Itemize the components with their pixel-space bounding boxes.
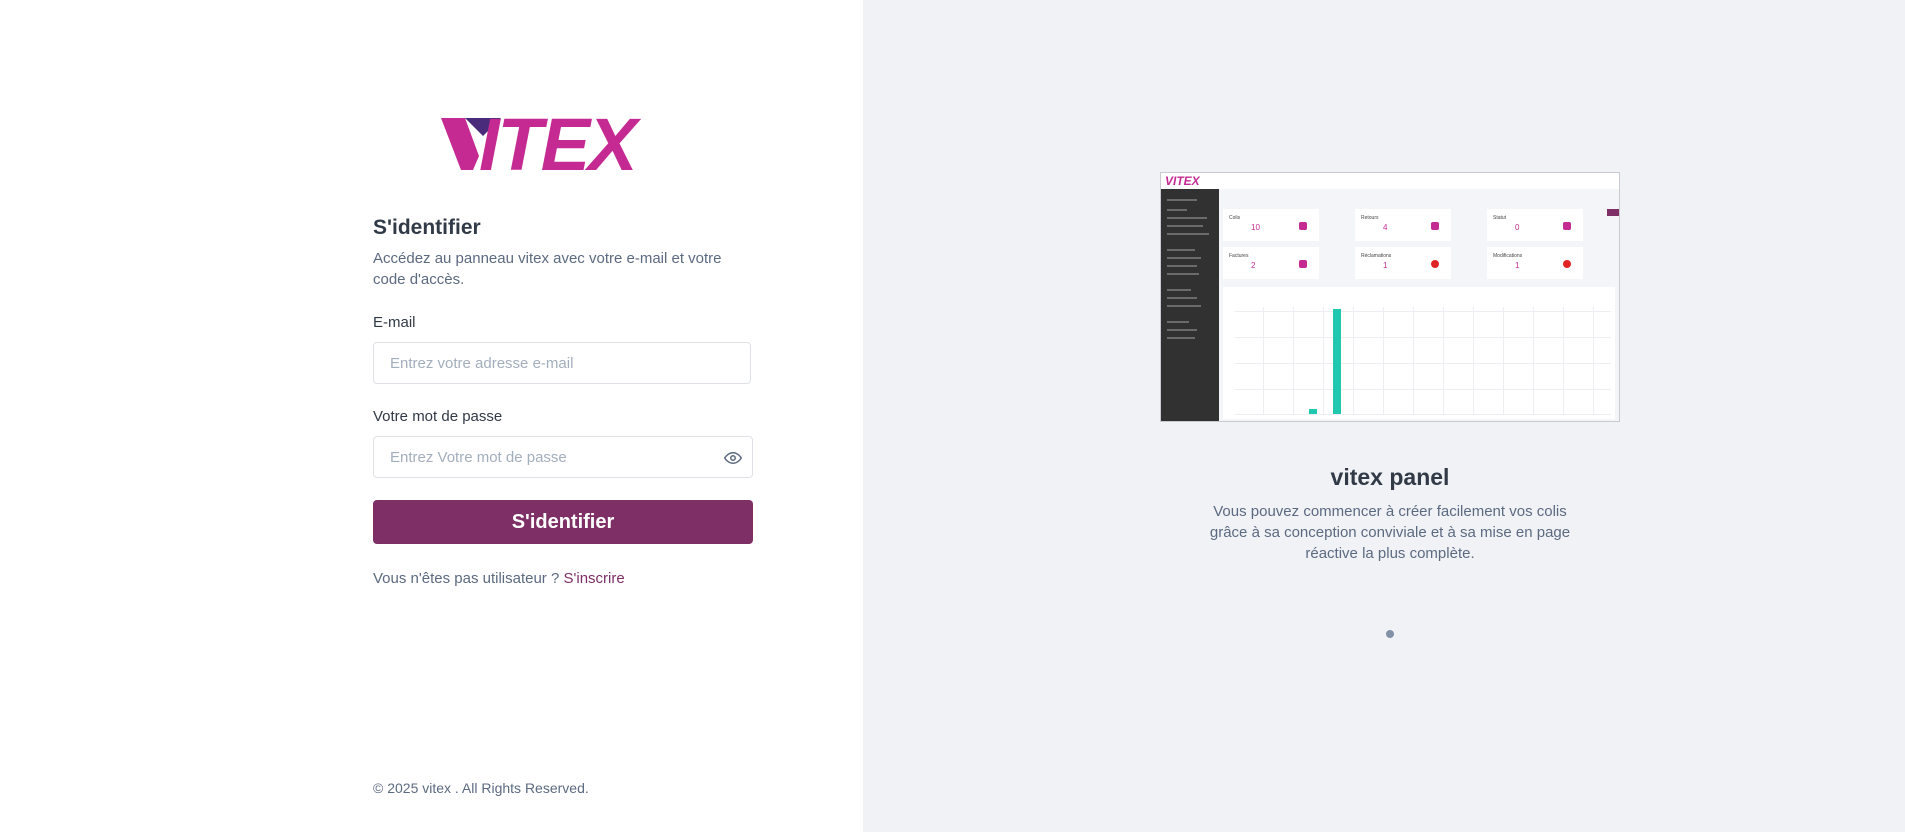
login-panel: ITEX S'identifier Accédez au panneau vit… [0, 0, 863, 832]
preview-sidebar [1161, 189, 1219, 421]
preview-chart [1223, 287, 1615, 419]
preview-logo: VITEX [1165, 175, 1201, 187]
svg-text:VITEX: VITEX [1165, 175, 1201, 187]
signup-link[interactable]: S'inscrire [564, 570, 625, 587]
vitex-logo: ITEX [441, 112, 644, 176]
page-title: S'identifier [373, 216, 481, 239]
email-field[interactable] [373, 342, 751, 384]
email-label: E-mail [373, 314, 416, 331]
preview-main: Colis 10 Retours 4 Statut 0 Factures 2 Récla… [1219, 189, 1619, 421]
copyright: © 2025 vitex . All Rights Reserved. [373, 780, 589, 796]
signup-prompt: Vous n'êtes pas utilisateur ? S'inscrire [373, 570, 625, 587]
carousel-text: Vous pouvez commencer à créer facilement… [1209, 503, 1571, 562]
login-button[interactable]: S'identifier [373, 500, 753, 544]
preview-topbar: VITEX [1161, 173, 1619, 190]
carousel-title: vitex panel [1330, 464, 1450, 490]
signup-prompt-text: Vous n'êtes pas utilisateur ? [373, 570, 560, 587]
eye-icon[interactable] [724, 449, 742, 467]
password-field[interactable] [373, 436, 753, 478]
carousel-indicator[interactable] [1386, 630, 1394, 638]
dashboard-preview-image: VITEX Colis 10 Retours 4 Statut 0 Factures 2… [1160, 172, 1620, 422]
password-label: Votre mot de passe [373, 408, 503, 425]
svg-text:ITEX: ITEX [479, 112, 642, 176]
page-subtitle: Accédez au panneau vitex avec votre e-ma… [373, 250, 722, 288]
